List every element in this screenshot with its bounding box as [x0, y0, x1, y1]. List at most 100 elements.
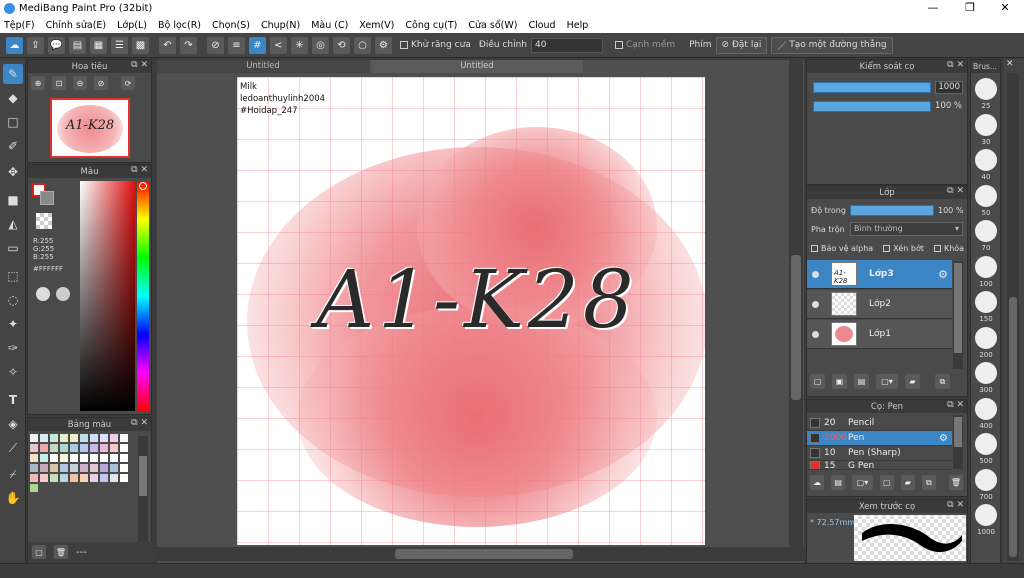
- panel-close-icon[interactable]: ⧉ ✕: [131, 60, 148, 70]
- new-halftone-layer-icon[interactable]: ▣: [832, 374, 847, 389]
- lasso-tool-icon[interactable]: ◌: [3, 290, 23, 310]
- brush-item[interactable]: 20 Pencil: [807, 416, 952, 431]
- share-icon[interactable]: ⇪: [27, 36, 44, 54]
- panel-close-icon[interactable]: ⧉ ✕: [131, 165, 148, 175]
- eraser-tool-icon[interactable]: ◆: [3, 88, 23, 108]
- brush-size-dot[interactable]: [975, 291, 997, 313]
- layer-row[interactable]: Lớp1: [807, 320, 952, 349]
- palette-swatch[interactable]: [120, 444, 128, 452]
- palette-swatch[interactable]: [60, 434, 68, 442]
- brush-size-dot[interactable]: [975, 113, 997, 136]
- add-brush-icon[interactable]: ▢▾: [852, 475, 873, 490]
- fit-icon[interactable]: ⊡: [52, 76, 66, 90]
- panel-close-icon[interactable]: ⧉ ✕: [947, 186, 964, 196]
- palette-swatch[interactable]: [30, 444, 38, 452]
- zoom-out-icon[interactable]: ⊖: [73, 76, 87, 90]
- palette-swatch[interactable]: [50, 434, 58, 442]
- brush-size-dot[interactable]: [975, 220, 997, 242]
- menu-file[interactable]: Tệp(F): [4, 20, 35, 31]
- lock-checkbox[interactable]: [933, 245, 941, 252]
- palette-swatch[interactable]: [120, 464, 128, 472]
- magic-wand-icon[interactable]: ✦: [3, 314, 23, 334]
- tab-untitled-1[interactable]: Untitled: [157, 60, 369, 73]
- radial-snap-icon[interactable]: <: [270, 36, 287, 54]
- eye-icon[interactable]: [812, 330, 819, 338]
- palette-swatch[interactable]: [110, 434, 118, 442]
- transparent-color[interactable]: [36, 213, 52, 229]
- bucket-tool-icon[interactable]: ◭: [3, 214, 23, 234]
- palette-swatch[interactable]: [80, 454, 88, 462]
- new-8bit-layer-icon[interactable]: ▤: [854, 374, 869, 389]
- duplicate-layer-icon[interactable]: ⧉: [935, 374, 950, 389]
- comment-icon[interactable]: 💬: [48, 36, 65, 54]
- brush-size-dot[interactable]: [975, 397, 997, 420]
- grid-snap-icon[interactable]: #: [249, 36, 266, 54]
- palette-swatch[interactable]: [40, 454, 48, 462]
- palette-swatch[interactable]: [110, 444, 118, 452]
- menu-select[interactable]: Chọn(S): [212, 20, 250, 31]
- palette-swatch[interactable]: [120, 474, 128, 482]
- layer-scrollbar[interactable]: [953, 261, 963, 369]
- palette-swatch[interactable]: [90, 454, 98, 462]
- cloud-icon[interactable]: ☁: [6, 36, 23, 54]
- rect-tool-icon[interactable]: ■: [3, 190, 23, 210]
- hue-slider[interactable]: [137, 181, 149, 411]
- clipping-checkbox[interactable]: [883, 245, 891, 252]
- no-snap-icon[interactable]: ⊘: [207, 36, 224, 54]
- brush-size-dot[interactable]: [975, 78, 997, 100]
- palette-swatch[interactable]: [80, 434, 88, 442]
- palette-swatch[interactable]: [80, 444, 88, 452]
- palette-swatch[interactable]: [40, 474, 48, 482]
- select-pen-icon[interactable]: ✑: [3, 338, 23, 358]
- redo-icon[interactable]: ↷: [180, 36, 197, 54]
- palette-swatch[interactable]: [80, 474, 88, 482]
- brush-size-dot[interactable]: [975, 326, 997, 349]
- panel-close-icon[interactable]: ✕: [1006, 59, 1014, 69]
- document-icon[interactable]: ▦: [90, 36, 107, 54]
- palette-swatch[interactable]: [60, 444, 68, 452]
- layer-row[interactable]: Lớp2: [807, 290, 952, 319]
- palette-swatch[interactable]: [50, 454, 58, 462]
- hue-handle[interactable]: [139, 182, 147, 190]
- menu-layer[interactable]: Lớp(L): [117, 20, 147, 31]
- menu-help[interactable]: Help: [567, 20, 589, 31]
- palette-swatch[interactable]: [100, 444, 108, 452]
- palette-swatch[interactable]: [70, 444, 78, 452]
- layer-opacity-slider[interactable]: [850, 205, 934, 216]
- brush-tool-icon[interactable]: ✎: [3, 64, 23, 84]
- palette-swatch[interactable]: [100, 464, 108, 472]
- list-icon[interactable]: ☰: [111, 36, 128, 54]
- palette-swatch[interactable]: [100, 474, 108, 482]
- palette-swatch[interactable]: [40, 464, 48, 472]
- rotate-icon[interactable]: ⟳: [121, 76, 135, 90]
- brush-item[interactable]: 1000 Pen ⚙: [807, 431, 952, 446]
- menu-cloud[interactable]: Cloud: [528, 20, 555, 31]
- palette-scrollbar[interactable]: [138, 436, 148, 546]
- brush-size-dot[interactable]: [975, 433, 997, 455]
- brush-opacity-slider[interactable]: [813, 101, 931, 112]
- copy-brush-icon[interactable]: ▢: [879, 475, 894, 490]
- palette-swatch[interactable]: [90, 434, 98, 442]
- menu-filter[interactable]: Bộ lọc(R): [158, 20, 201, 31]
- text-tool-icon[interactable]: T: [3, 390, 23, 410]
- pen-tool-icon[interactable]: ✐: [3, 136, 23, 156]
- panel-close-icon[interactable]: ⧉ ✕: [947, 400, 964, 410]
- delete-palette-icon[interactable]: 🗑: [54, 545, 68, 559]
- grid-icon[interactable]: ▩: [132, 36, 149, 54]
- eye-icon[interactable]: [812, 270, 819, 278]
- maximize-icon[interactable]: ❐: [955, 0, 985, 17]
- palette-swatch[interactable]: [70, 454, 78, 462]
- brush-settings-icon[interactable]: ▤: [831, 475, 846, 490]
- palette-swatch[interactable]: [90, 444, 98, 452]
- menu-edit[interactable]: Chỉnh sửa(E): [46, 20, 107, 31]
- duplicate-brush-icon[interactable]: ⧉: [921, 475, 936, 490]
- palette-wheel-icon[interactable]: [36, 287, 50, 301]
- palette-swatch[interactable]: [70, 464, 78, 472]
- protect-alpha-checkbox[interactable]: [811, 245, 818, 252]
- zoom-reset-icon[interactable]: ⊘: [94, 76, 108, 90]
- cloud-brush-icon[interactable]: ☁: [810, 475, 825, 490]
- palette-swatch[interactable]: [90, 474, 98, 482]
- blend-mode-select[interactable]: Bình thường ▾: [850, 222, 963, 236]
- concentric-snap-icon[interactable]: ◎: [312, 36, 329, 54]
- palette-swatch[interactable]: [100, 454, 108, 462]
